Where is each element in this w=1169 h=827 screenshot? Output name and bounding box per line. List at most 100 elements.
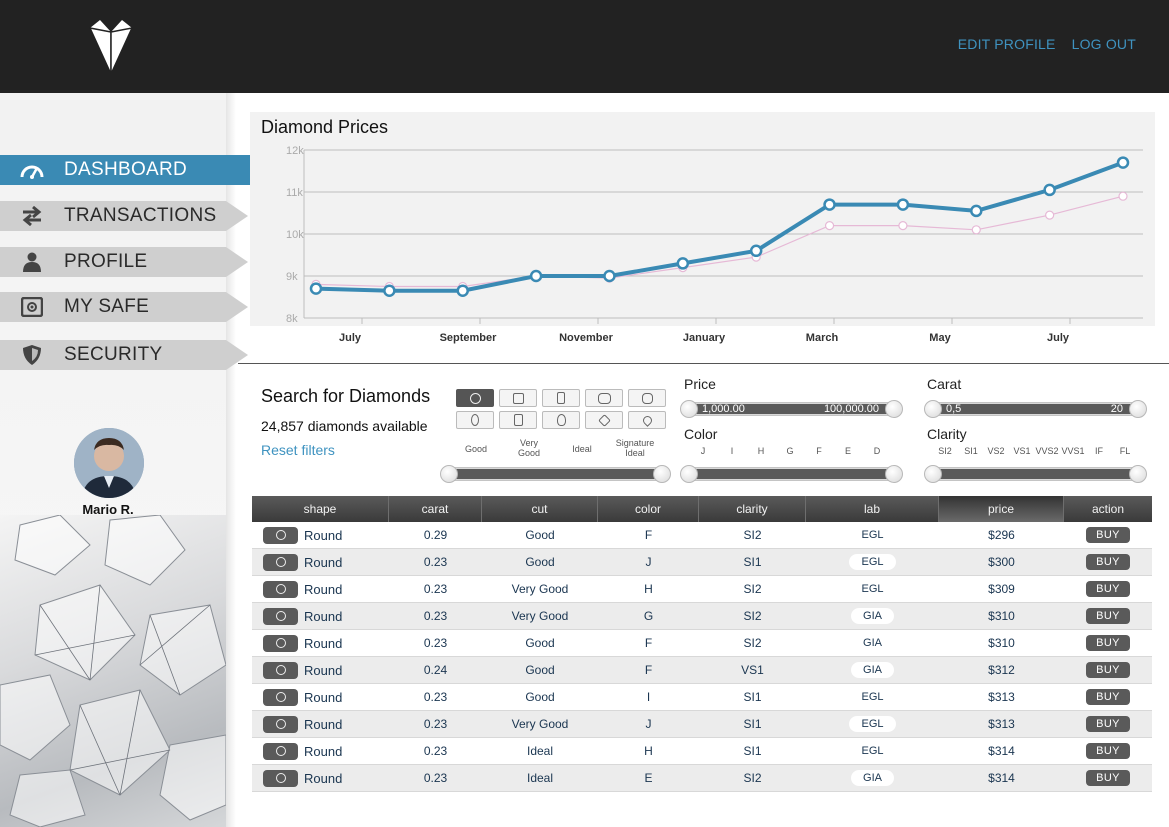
shape-round-button[interactable] xyxy=(456,389,494,407)
column-header-lab[interactable]: lab xyxy=(806,496,939,522)
carat-slider-max-handle[interactable] xyxy=(1129,400,1147,418)
data-point[interactable] xyxy=(456,284,469,297)
x-tick-label: March xyxy=(806,332,839,344)
shape-radiant-button[interactable] xyxy=(499,411,537,429)
column-header-price[interactable]: price xyxy=(939,496,1064,522)
clarity-slider[interactable] xyxy=(924,465,1147,483)
data-point[interactable] xyxy=(676,257,690,270)
buy-button[interactable]: BUY xyxy=(1086,716,1130,732)
shape-oval-button[interactable] xyxy=(456,411,494,429)
table-row[interactable]: Round 0.29 Good F SI2 EGL $296 BUY xyxy=(252,522,1152,549)
clarity-slider-max-handle[interactable] xyxy=(1129,465,1147,483)
cell-price: $313 xyxy=(988,690,1015,704)
price-slider-min-handle[interactable] xyxy=(680,400,698,418)
data-point[interactable] xyxy=(823,198,836,211)
shape-cushion-button[interactable] xyxy=(585,389,623,407)
shape-emerald-button[interactable] xyxy=(542,389,580,407)
buy-button[interactable]: BUY xyxy=(1086,554,1130,570)
diamond-logo-icon[interactable] xyxy=(82,18,140,76)
table-row[interactable]: Round 0.23 Good J SI1 EGL $300 BUY xyxy=(252,549,1152,576)
shape-marquise-button[interactable] xyxy=(585,411,623,429)
buy-button[interactable]: BUY xyxy=(1086,770,1130,786)
sidebar-item-label: MY SAFE xyxy=(64,296,150,317)
round-shape-icon xyxy=(263,526,298,544)
data-point[interactable] xyxy=(971,225,981,235)
data-point[interactable] xyxy=(529,269,543,283)
edit-profile-link[interactable]: EDIT PROFILE xyxy=(958,36,1056,52)
carat-slider-min-handle[interactable] xyxy=(924,400,942,418)
sidebar-item-transactions[interactable]: TRANSACTIONS xyxy=(0,201,248,231)
data-point[interactable] xyxy=(824,220,835,231)
cut-label: Very Good xyxy=(517,438,541,458)
table-row[interactable]: Round 0.23 Very Good H SI2 EGL $309 BUY xyxy=(252,576,1152,603)
carat-slider[interactable]: 0,5 20 xyxy=(924,400,1147,418)
clarity-slider-min-handle[interactable] xyxy=(924,465,942,483)
buy-button[interactable]: BUY xyxy=(1086,662,1130,678)
princess-shape-icon xyxy=(512,392,524,404)
cell-price: $309 xyxy=(988,582,1015,596)
data-point[interactable] xyxy=(898,220,908,231)
buy-button[interactable]: BUY xyxy=(1086,689,1130,705)
shape-asscher-button[interactable] xyxy=(628,389,666,407)
data-point[interactable] xyxy=(896,198,910,211)
data-point[interactable] xyxy=(749,244,763,258)
sidebar-item-dashboard[interactable]: DASHBOARD xyxy=(0,155,274,185)
diamonds-image xyxy=(0,515,226,827)
table-row[interactable]: Round 0.23 Very Good J SI1 EGL $313 BUY xyxy=(252,711,1152,738)
table-row[interactable]: Round 0.23 Very Good G SI2 GIA $310 BUY xyxy=(252,603,1152,630)
price-slider-max-handle[interactable] xyxy=(885,400,903,418)
column-header-shape[interactable]: shape xyxy=(252,496,389,522)
cell-shape: Round xyxy=(252,576,389,602)
reset-filters-link[interactable]: Reset filters xyxy=(261,442,335,458)
shape-heart-button[interactable] xyxy=(628,411,666,429)
data-point[interactable] xyxy=(603,269,616,283)
sidebar-item-profile[interactable]: PROFILE xyxy=(0,247,248,277)
column-header-cut[interactable]: cut xyxy=(482,496,598,522)
avatar[interactable] xyxy=(74,428,144,498)
buy-button[interactable]: BUY xyxy=(1086,743,1130,759)
table-row[interactable]: Round 0.23 Good I SI1 EGL $313 BUY xyxy=(252,684,1152,711)
cell-lab: EGL xyxy=(806,522,939,548)
data-point[interactable] xyxy=(1116,156,1130,169)
cell-price: $300 xyxy=(988,555,1015,569)
cell-action: BUY xyxy=(1064,765,1152,791)
logout-link[interactable]: LOG OUT xyxy=(1072,36,1136,52)
data-point[interactable] xyxy=(1118,191,1128,201)
column-header-clarity[interactable]: clarity xyxy=(699,496,806,522)
sidebar-item-my-safe[interactable]: MY SAFE xyxy=(0,292,248,322)
cell-action: BUY xyxy=(1064,684,1152,710)
cut-slider-max-handle[interactable] xyxy=(653,465,671,483)
buy-button[interactable]: BUY xyxy=(1086,635,1130,651)
table-row[interactable]: Round 0.23 Ideal H SI1 EGL $314 BUY xyxy=(252,738,1152,765)
table-row[interactable]: Round 0.24 Good F VS1 GIA $312 BUY xyxy=(252,657,1152,684)
oval-shape-icon xyxy=(471,414,479,426)
cell-carat: 0.23 xyxy=(423,636,448,650)
data-point[interactable] xyxy=(309,282,323,295)
color-slider-min-handle[interactable] xyxy=(680,465,698,483)
top-bar: EDIT PROFILE LOG OUT xyxy=(0,0,1169,93)
cut-label: Good xyxy=(464,444,488,454)
column-header-action: action xyxy=(1091,502,1125,516)
asscher-shape-icon xyxy=(641,392,653,404)
color-slider[interactable] xyxy=(680,465,903,483)
price-slider[interactable]: 1,000.00 100,000.00 xyxy=(680,400,903,418)
cell-price: $314 xyxy=(988,771,1015,785)
buy-button[interactable]: BUY xyxy=(1086,608,1130,624)
data-point[interactable] xyxy=(383,284,396,297)
data-point[interactable] xyxy=(1045,210,1055,220)
shape-pear-button[interactable] xyxy=(542,411,580,429)
data-point[interactable] xyxy=(1043,183,1056,197)
price-chart: 12k 11k 10k 9k 8k July September November Januar… xyxy=(286,145,1143,344)
sidebar-item-security[interactable]: SECURITY xyxy=(0,340,248,370)
data-point[interactable] xyxy=(970,204,983,218)
table-row[interactable]: Round 0.23 Good F SI2 GIA $310 BUY xyxy=(252,630,1152,657)
column-header-color[interactable]: color xyxy=(598,496,699,522)
cut-slider[interactable] xyxy=(440,465,671,483)
buy-button[interactable]: BUY xyxy=(1086,527,1130,543)
shape-princess-button[interactable] xyxy=(499,389,537,407)
cut-slider-min-handle[interactable] xyxy=(440,465,458,483)
color-slider-max-handle[interactable] xyxy=(885,465,903,483)
table-row[interactable]: Round 0.23 Ideal E SI2 GIA $314 BUY xyxy=(252,765,1152,792)
column-header-carat[interactable]: carat xyxy=(389,496,482,522)
buy-button[interactable]: BUY xyxy=(1086,581,1130,597)
